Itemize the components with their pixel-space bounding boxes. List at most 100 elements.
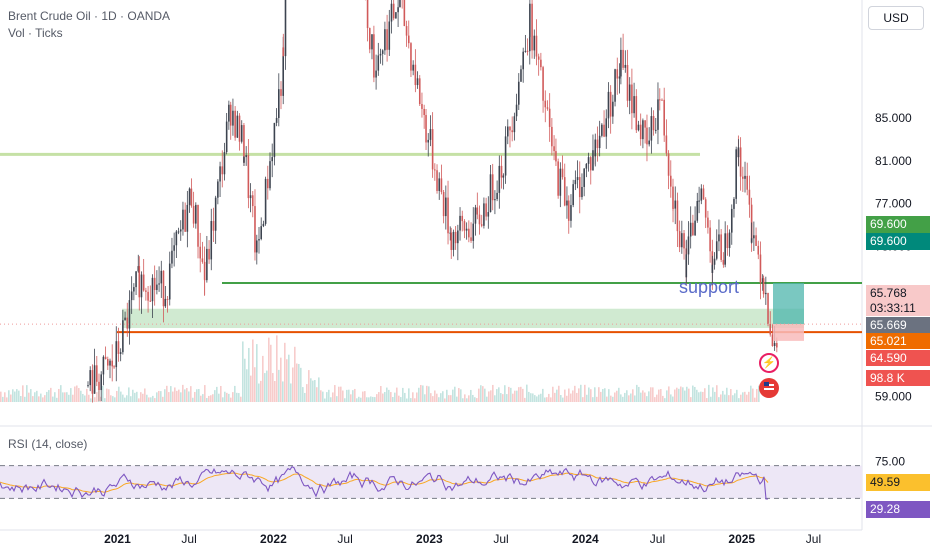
- volume-bar: [756, 388, 758, 402]
- time-tick-label: 2024: [572, 532, 599, 546]
- volume-bar: [444, 398, 446, 402]
- candle-body: [245, 155, 247, 158]
- volume-bar: [198, 389, 200, 402]
- volume-bar: [126, 395, 128, 402]
- candle-body: [145, 290, 147, 292]
- candle-body: [177, 231, 180, 233]
- candle-body: [694, 220, 696, 236]
- candle-body: [692, 222, 694, 236]
- us-flag-event-icon[interactable]: [759, 378, 779, 398]
- candle-body: [622, 49, 624, 68]
- rsi-legend[interactable]: RSI (14, close): [8, 437, 87, 451]
- candle-body: [465, 228, 468, 231]
- volume-bar: [712, 387, 714, 402]
- candle-body: [113, 366, 115, 368]
- volume-bar: [524, 397, 526, 402]
- candle-body: [592, 150, 594, 171]
- candle-body: [624, 64, 627, 68]
- candle-body: [722, 259, 725, 265]
- volume-bar: [538, 394, 540, 402]
- volume-bar: [362, 391, 364, 402]
- time-tick-label: Jul: [806, 532, 821, 546]
- candle-body: [243, 157, 245, 163]
- volume-bar: [320, 390, 322, 402]
- candle-body: [478, 214, 481, 225]
- volume-bar: [196, 389, 198, 402]
- volume-bar: [576, 392, 578, 402]
- volume-bar: [554, 392, 556, 402]
- chart[interactable]: 85.00081.00077.00073.00069.00059.00075.0…: [0, 0, 932, 550]
- volume-bar: [34, 392, 36, 402]
- volume-bar: [376, 394, 378, 402]
- volume-bar: [10, 394, 12, 402]
- volume-bar: [8, 390, 10, 402]
- volume-bar: [446, 389, 448, 402]
- volume-bar: [210, 395, 212, 402]
- volume-bar: [88, 394, 90, 402]
- volume-bar: [604, 388, 606, 402]
- volume-bar: [270, 344, 272, 402]
- countdown-tag: 03:33:11: [866, 301, 930, 316]
- volume-bar: [182, 384, 184, 402]
- volume-bar: [354, 388, 356, 402]
- candle-body: [395, 12, 397, 19]
- candle-body: [280, 89, 282, 96]
- symbol-title[interactable]: Brent Crude Oil · 1D · OANDA: [8, 9, 170, 23]
- candle-body: [416, 78, 419, 86]
- candle-body: [109, 360, 111, 366]
- volume-bar: [654, 397, 656, 402]
- volume-bar: [650, 387, 652, 402]
- candle-body: [153, 277, 156, 291]
- volume-bar: [152, 395, 154, 402]
- volume-bar: [308, 370, 310, 402]
- lightning-event-icon[interactable]: ⚡: [759, 353, 779, 373]
- volume-bar: [116, 390, 118, 402]
- candle-body: [390, 3, 393, 22]
- candle-body: [515, 104, 518, 117]
- time-tick-label: 2022: [260, 532, 287, 546]
- volume-bar: [46, 391, 48, 402]
- chart-canvas[interactable]: 85.00081.00077.00073.00069.00059.00075.0…: [0, 0, 932, 550]
- volume-bar: [74, 386, 76, 402]
- candle-body: [648, 140, 650, 145]
- volume-bar: [568, 388, 570, 402]
- volume-bar: [328, 389, 330, 402]
- volume-bar: [400, 397, 402, 402]
- volume-bar: [672, 396, 674, 402]
- candle-body: [496, 192, 498, 200]
- candle-body: [366, 0, 369, 29]
- support-zone: [122, 308, 804, 329]
- volume-bar: [718, 397, 720, 402]
- volume-bar: [262, 355, 264, 402]
- candle-body: [386, 29, 388, 50]
- candle-body: [410, 43, 412, 71]
- volume-bar: [36, 390, 38, 402]
- volume-bar: [174, 387, 176, 402]
- candle-body: [628, 84, 631, 101]
- volume-bar: [356, 398, 358, 402]
- volume-bar: [476, 398, 478, 402]
- volume-bar: [378, 392, 380, 402]
- candle-body: [583, 168, 585, 187]
- volume-bar: [24, 396, 26, 402]
- candle-body: [570, 205, 572, 221]
- candle-body: [535, 35, 538, 57]
- volume-bar: [598, 387, 600, 402]
- volume-bar: [418, 387, 420, 402]
- candle-body: [715, 241, 718, 259]
- volume-bar: [326, 392, 328, 402]
- volume-legend[interactable]: Vol · Ticks: [8, 26, 63, 40]
- volume-bar: [478, 388, 480, 402]
- volume-bar: [266, 370, 268, 402]
- volume-bar: [466, 398, 468, 402]
- volume-bar: [690, 397, 692, 402]
- volume-bar: [272, 373, 274, 402]
- volume-bar: [216, 386, 218, 402]
- support-annotation[interactable]: support: [679, 277, 739, 298]
- volume-bar: [622, 396, 624, 402]
- candle-body: [491, 174, 494, 201]
- volume-bar: [68, 394, 70, 402]
- volume-bar: [484, 388, 486, 402]
- upper-line-price-tag: 69.600: [866, 233, 930, 250]
- currency-button[interactable]: USD: [868, 6, 924, 30]
